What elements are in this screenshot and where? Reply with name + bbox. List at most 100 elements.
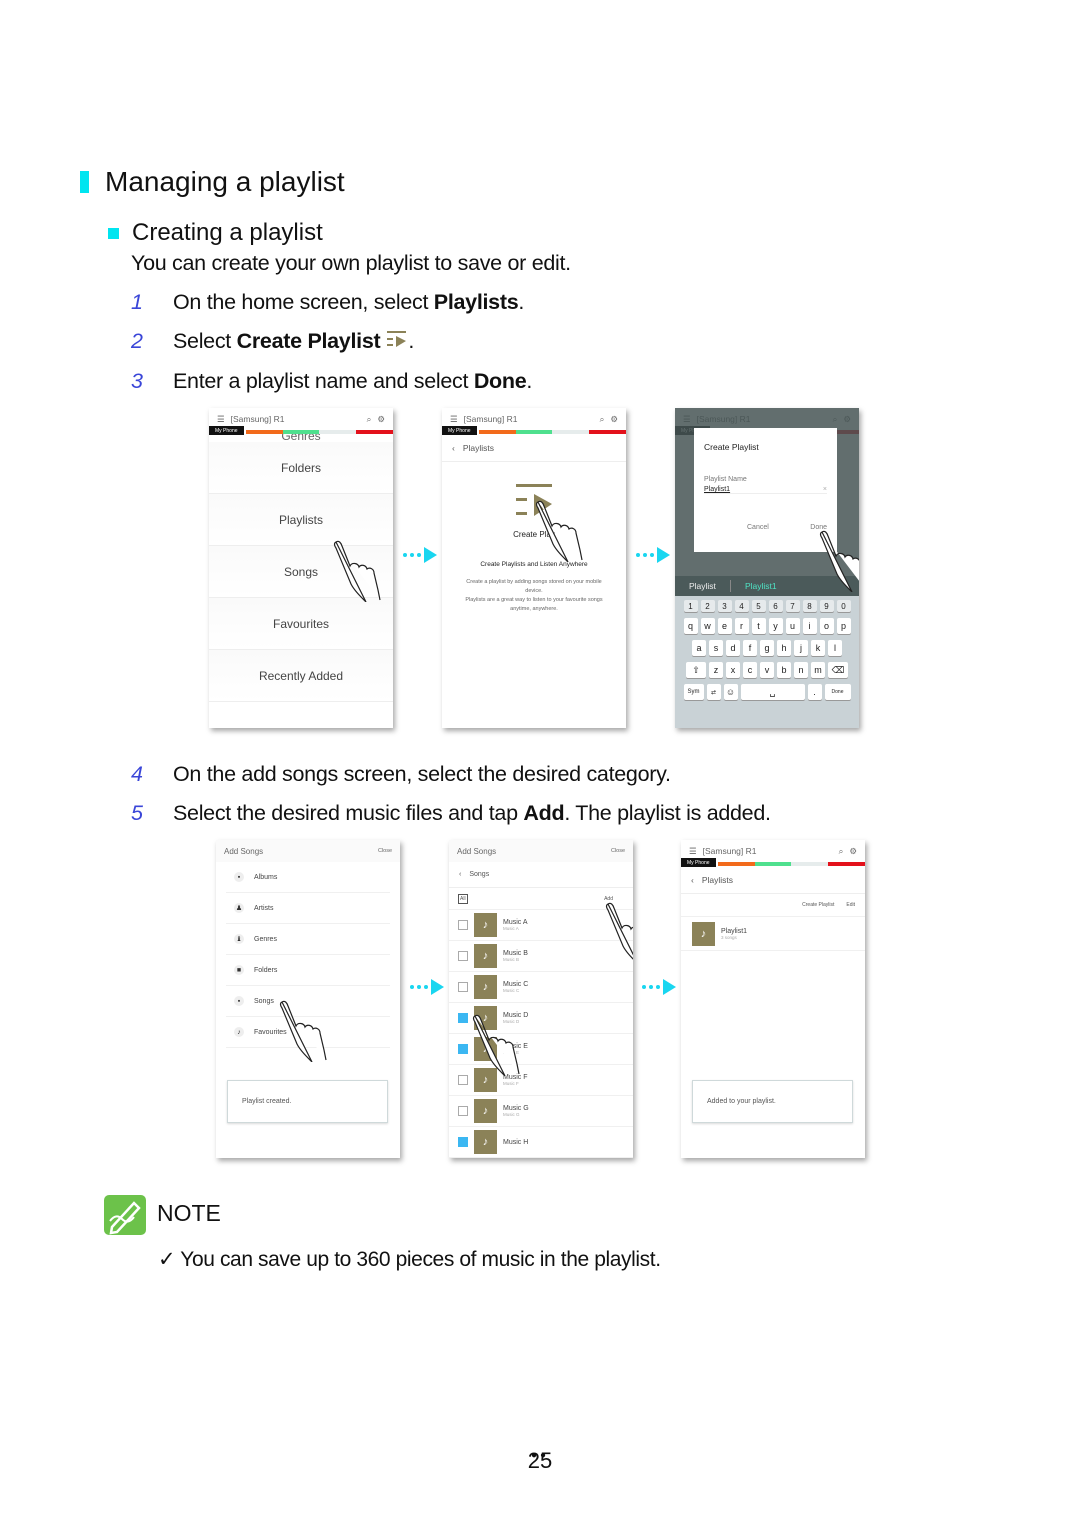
create-playlist-label[interactable]: Create Play bbox=[513, 530, 555, 539]
source-tab[interactable] bbox=[552, 430, 590, 434]
key-p[interactable]: p bbox=[836, 618, 851, 634]
song-checkbox[interactable] bbox=[458, 920, 468, 930]
search-icon[interactable]: ⌕ bbox=[600, 414, 605, 425]
my-phone-tab[interactable]: My Phone bbox=[209, 426, 244, 435]
menu-icon[interactable]: ☰ bbox=[689, 846, 697, 857]
key-s[interactable]: s bbox=[709, 640, 723, 656]
keyboard-done-key[interactable]: Done bbox=[824, 684, 851, 700]
key-z[interactable]: z bbox=[709, 662, 723, 678]
key-a[interactable]: a bbox=[692, 640, 706, 656]
my-phone-tab[interactable]: My Phone bbox=[681, 858, 716, 867]
menu-item[interactable]: Folders bbox=[209, 442, 393, 494]
source-tab[interactable] bbox=[589, 430, 626, 434]
key-7[interactable]: 7 bbox=[785, 600, 800, 612]
gear-icon[interactable]: ⚙ bbox=[377, 414, 385, 425]
back-header[interactable]: ‹ Playlists bbox=[681, 866, 865, 894]
key-g[interactable]: g bbox=[760, 640, 774, 656]
key-r[interactable]: r bbox=[734, 618, 749, 634]
emoji-key[interactable]: ☺ bbox=[723, 684, 738, 700]
my-phone-tab[interactable]: My Phone bbox=[442, 426, 477, 435]
category-item[interactable]: ▪ Songs bbox=[226, 986, 390, 1017]
chevron-left-icon[interactable]: ‹ bbox=[459, 871, 461, 878]
create-playlist-icon[interactable] bbox=[442, 482, 626, 524]
chevron-left-icon[interactable]: ‹ bbox=[691, 875, 694, 885]
key-d[interactable]: d bbox=[726, 640, 740, 656]
song-checkbox[interactable] bbox=[458, 1106, 468, 1116]
key-c[interactable]: c bbox=[743, 662, 757, 678]
key-3[interactable]: 3 bbox=[717, 600, 732, 612]
key-8[interactable]: 8 bbox=[802, 600, 817, 612]
source-tab[interactable] bbox=[828, 862, 865, 866]
key-2[interactable]: 2 bbox=[700, 600, 715, 612]
category-item[interactable]: ♪ Favourites bbox=[226, 1017, 390, 1048]
key-m[interactable]: m bbox=[811, 662, 825, 678]
key-k[interactable]: k bbox=[811, 640, 825, 656]
input-value[interactable]: Playlist1 bbox=[704, 486, 823, 493]
key-5[interactable]: 5 bbox=[751, 600, 766, 612]
playlist-row[interactable]: ♪ Playlist1 3 songs bbox=[681, 917, 865, 951]
key-t[interactable]: t bbox=[751, 618, 766, 634]
song-checkbox[interactable] bbox=[458, 982, 468, 992]
source-tab[interactable] bbox=[515, 430, 553, 434]
playlist-name-input[interactable]: Playlist1 × bbox=[704, 486, 827, 494]
key-0[interactable]: 0 bbox=[836, 600, 851, 612]
key-q[interactable]: q bbox=[683, 618, 698, 634]
key-n[interactable]: n bbox=[794, 662, 808, 678]
language-key[interactable]: ⇄ bbox=[706, 684, 721, 700]
select-all-checkbox[interactable]: All bbox=[458, 893, 468, 904]
menu-item[interactable]: Songs bbox=[209, 546, 393, 598]
source-tab[interactable] bbox=[717, 862, 755, 866]
back-header[interactable]: ‹ Songs bbox=[449, 862, 633, 888]
backspace-key[interactable]: ⌫ bbox=[828, 662, 848, 678]
cancel-button[interactable]: Cancel bbox=[747, 524, 769, 531]
key-h[interactable]: h bbox=[777, 640, 791, 656]
song-checkbox[interactable] bbox=[458, 1044, 468, 1054]
song-row[interactable]: ♪ Music B Music B bbox=[449, 941, 633, 972]
source-tab[interactable] bbox=[754, 862, 792, 866]
song-row[interactable]: ♪ Music C Music C bbox=[449, 972, 633, 1003]
search-icon[interactable]: ⌕ bbox=[839, 846, 844, 857]
key-x[interactable]: x bbox=[726, 662, 740, 678]
source-tab[interactable] bbox=[245, 430, 283, 434]
gear-icon[interactable]: ⚙ bbox=[610, 414, 618, 425]
key-y[interactable]: y bbox=[768, 618, 783, 634]
add-button[interactable]: Add bbox=[604, 896, 613, 902]
suggestion[interactable]: Playlist bbox=[689, 581, 716, 591]
back-header[interactable]: ‹ Playlists bbox=[442, 434, 626, 462]
clear-icon[interactable]: × bbox=[823, 486, 827, 493]
song-row[interactable]: ♪ Music E Music E bbox=[449, 1034, 633, 1065]
source-tab[interactable] bbox=[319, 430, 357, 434]
source-tab[interactable] bbox=[282, 430, 320, 434]
punctuation-key[interactable]: . bbox=[807, 684, 822, 700]
category-item[interactable]: ■ Folders bbox=[226, 955, 390, 986]
song-checkbox[interactable] bbox=[458, 1137, 468, 1147]
close-button[interactable]: Close bbox=[611, 848, 625, 854]
menu-icon[interactable]: ☰ bbox=[217, 414, 225, 425]
song-row[interactable]: ♪ Music F Music F bbox=[449, 1065, 633, 1096]
key-j[interactable]: j bbox=[794, 640, 808, 656]
chevron-left-icon[interactable]: ‹ bbox=[452, 443, 455, 453]
key-1[interactable]: 1 bbox=[683, 600, 698, 612]
gear-icon[interactable]: ⚙ bbox=[849, 846, 857, 857]
key-i[interactable]: i bbox=[802, 618, 817, 634]
key-v[interactable]: v bbox=[760, 662, 774, 678]
key-l[interactable]: l bbox=[828, 640, 842, 656]
key-o[interactable]: o bbox=[819, 618, 834, 634]
suggestion[interactable]: Playlist1 bbox=[745, 581, 777, 591]
key-e[interactable]: e bbox=[717, 618, 732, 634]
category-item[interactable]: ♝ Genres bbox=[226, 924, 390, 955]
create-playlist-button[interactable]: Create Playlist bbox=[802, 902, 834, 908]
song-checkbox[interactable] bbox=[458, 1013, 468, 1023]
close-button[interactable]: Close bbox=[378, 848, 392, 854]
key-6[interactable]: 6 bbox=[768, 600, 783, 612]
menu-icon[interactable]: ☰ bbox=[450, 414, 458, 425]
source-tab[interactable] bbox=[356, 430, 393, 434]
song-row[interactable]: ♪ Music H bbox=[449, 1127, 633, 1158]
space-key[interactable]: ␣ bbox=[740, 684, 805, 700]
menu-item[interactable]: Playlists bbox=[209, 494, 393, 546]
key-4[interactable]: 4 bbox=[734, 600, 749, 612]
menu-item-partial[interactable]: Genres bbox=[209, 434, 393, 442]
key-w[interactable]: w bbox=[700, 618, 715, 634]
category-item[interactable]: ▪ Albums bbox=[226, 862, 390, 893]
key-9[interactable]: 9 bbox=[819, 600, 834, 612]
